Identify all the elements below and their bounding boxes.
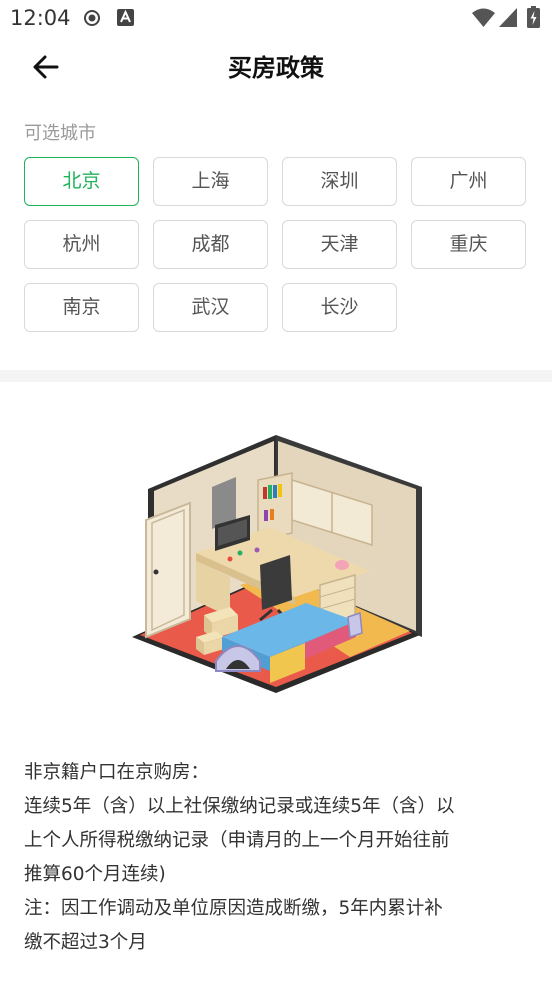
app-header: 买房政策: [0, 38, 552, 94]
status-time: 12:04: [10, 6, 71, 30]
city-option[interactable]: 南京: [24, 283, 139, 332]
wifi-icon: [472, 8, 495, 27]
city-option[interactable]: 深圳: [282, 157, 397, 206]
city-option[interactable]: 杭州: [24, 220, 139, 269]
city-option[interactable]: 广州: [411, 157, 526, 206]
policy-line: 推算60个月连续): [24, 864, 166, 885]
battery-icon: [527, 6, 540, 28]
policy-line: 非京籍户口在京购房：: [24, 762, 210, 783]
page-title: 买房政策: [228, 54, 324, 82]
policy-line: 连续5年（含）以上社保缴纳记录或连续5年（含）以: [24, 796, 455, 817]
record-icon: [84, 10, 100, 26]
city-option[interactable]: 天津: [282, 220, 397, 269]
city-option[interactable]: 长沙: [282, 283, 397, 332]
signal-icon: [499, 8, 517, 27]
section-divider: [0, 370, 552, 382]
policy-text: 非京籍户口在京购房： 连续5年（含）以上社保缴纳记录或连续5年（含）以 上个人所得税…: [24, 756, 524, 960]
city-option[interactable]: 重庆: [411, 220, 526, 269]
policy-line: 缴不超过3个月: [24, 932, 147, 953]
a-icon: [117, 9, 134, 26]
room-illustration: [132, 435, 422, 693]
city-option[interactable]: 上海: [153, 157, 268, 206]
city-option[interactable]: 成都: [153, 220, 268, 269]
policy-line: 注：因工作调动及单位原因造成断缴，5年内累计补: [24, 898, 443, 919]
section-label: 可选城市: [24, 123, 96, 144]
city-option[interactable]: 武汉: [153, 283, 268, 332]
policy-line: 上个人所得税缴纳记录（申请月的上一个月开始往前: [24, 830, 450, 851]
city-option[interactable]: 北京: [24, 157, 139, 206]
status-bar: 12:04: [0, 0, 552, 38]
